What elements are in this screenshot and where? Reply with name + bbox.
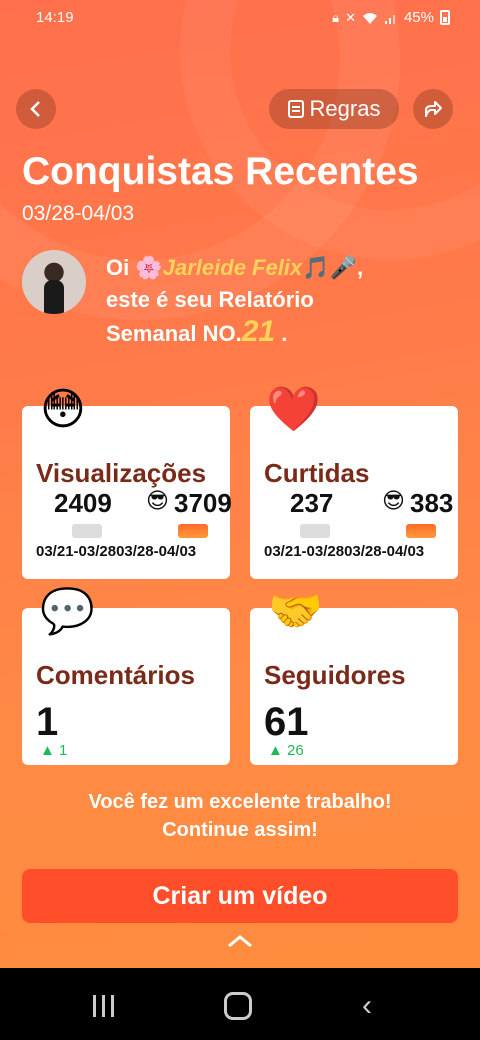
likes-current-value: 383 <box>410 488 454 518</box>
greeting-text: Oi 🌸Jarleide Felix🎵🎤, este é seu Relatór… <box>106 252 466 350</box>
music-mic-emoji: 🎵🎤 <box>302 255 357 280</box>
system-back-button[interactable]: ‹ <box>362 991 372 1021</box>
share-button[interactable] <box>413 89 453 129</box>
message-line2: Continue assim! <box>162 819 318 841</box>
avatar[interactable] <box>22 250 86 314</box>
battery-percent: 45% <box>403 9 434 26</box>
comments-value: 1 <box>36 700 59 744</box>
status-icons: 🔒︎ ✕ 45% <box>332 9 450 26</box>
document-icon <box>287 100 304 118</box>
heart-icon: ❤️ <box>266 385 321 434</box>
battery-icon <box>440 10 450 25</box>
followers-label: Seguidores <box>264 660 406 690</box>
views-label: Visualizações <box>36 458 207 488</box>
cool-face-icon: 😎 <box>382 488 405 513</box>
views-previous-value: 2409 <box>54 488 112 518</box>
create-video-button[interactable]: Criar um vídeo <box>22 869 458 923</box>
comments-label: Comentários <box>36 660 195 690</box>
current-week-bar <box>178 524 208 538</box>
rules-label: Regras <box>309 96 381 121</box>
comments-card: 💬 Comentários 1 ▲ 1 <box>22 590 230 765</box>
report-screen: 14:19 🔒︎ ✕ 45% Regras Conquistas Recente… <box>0 0 480 968</box>
greeting-line2: este é seu Relatório <box>106 287 314 312</box>
flower-emoji: 🌸 <box>135 255 163 280</box>
greeting-hi: Oi <box>106 255 130 280</box>
followers-value: 61 <box>264 700 309 744</box>
rules-button[interactable]: Regras <box>269 89 399 129</box>
followers-delta: ▲ 26 <box>268 742 304 759</box>
likes-label: Curtidas <box>264 458 370 488</box>
signal-icon <box>384 14 395 24</box>
user-name: Jarleide Felix <box>162 255 303 280</box>
lock-icon: 🔒︎ <box>332 9 340 25</box>
chevron-left-icon <box>30 101 40 117</box>
back-button[interactable] <box>16 89 56 129</box>
speech-bubble-icon: 💬 <box>40 587 95 636</box>
chevron-up-icon[interactable] <box>226 934 254 948</box>
page-title: Conquistas Recentes <box>22 150 419 193</box>
cool-face-icon: 😎 <box>146 488 169 513</box>
date-range: 03/28-04/03 <box>22 202 135 225</box>
current-week-bar <box>406 524 436 538</box>
likes-previous-value: 237 <box>290 488 334 518</box>
previous-week-bar <box>300 524 330 538</box>
greeting-period: . <box>281 321 288 346</box>
greeting-line3: Semanal NO. <box>106 321 242 346</box>
views-dates: 03/21-03/2803/28-04/03 <box>36 543 197 560</box>
handshake-icon: 🤝 <box>268 587 323 636</box>
views-card: 😳 Visualizações 2409 😎 3709 03/21-03/280… <box>22 388 232 579</box>
likes-card: ❤️ Curtidas 237 😎 383 03/21-03/2803/28-0… <box>250 388 458 579</box>
recent-apps-button[interactable] <box>93 995 114 1017</box>
comments-delta: ▲ 1 <box>40 742 68 759</box>
greeting-comma: , <box>356 255 364 280</box>
status-time: 14:19 <box>36 9 74 26</box>
views-current-value: 3709 <box>174 488 232 518</box>
status-bar: 14:19 🔒︎ ✕ 45% <box>0 0 480 36</box>
home-button[interactable] <box>224 992 252 1020</box>
flushed-face-icon: 😳 <box>40 385 86 434</box>
message-line1: Você fez um excelente trabalho! <box>88 791 392 813</box>
mute-icon: ✕ <box>345 9 356 25</box>
followers-card: 🤝 Seguidores 61 ▲ 26 <box>250 590 458 765</box>
previous-week-bar <box>72 524 102 538</box>
encouragement-message: Você fez um excelente trabalho! Continue… <box>0 788 480 844</box>
share-icon <box>425 101 442 117</box>
week-number: 21 <box>241 315 276 348</box>
likes-dates: 03/21-03/2803/28-04/03 <box>264 543 425 560</box>
wifi-icon <box>362 12 377 24</box>
